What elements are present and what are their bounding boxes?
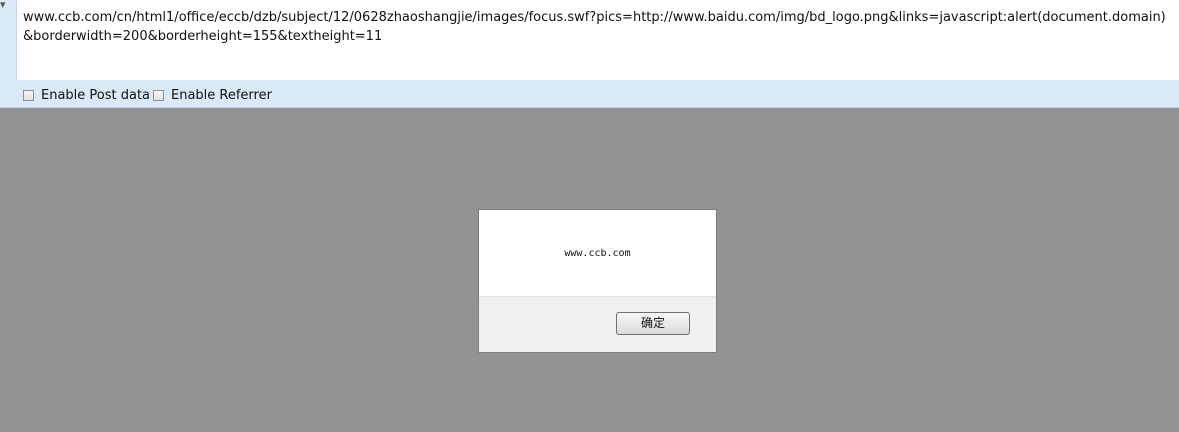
enable-referrer-label: Enable Referrer [171,88,272,103]
hackbar-left-strip: ▾ [0,0,16,80]
dropdown-arrow-icon[interactable]: ▾ [0,0,6,10]
url-textarea[interactable]: www.ccb.com/cn/html1/office/eccb/dzb/sub… [16,0,1179,80]
enable-referrer-checkbox[interactable] [153,90,164,101]
enable-post-data-option[interactable]: Enable Post data [23,88,150,103]
enable-post-data-label: Enable Post data [41,88,151,103]
enable-post-data-checkbox[interactable] [23,90,34,101]
alert-dialog: www.ccb.com 确定 [478,209,717,353]
ok-button[interactable]: 确定 [616,312,690,335]
hackbar-options-row: Enable Post data Enable Referrer [0,82,1179,108]
enable-referrer-option[interactable]: Enable Referrer [153,88,272,103]
alert-message: www.ccb.com [564,248,631,259]
alert-footer: 确定 [479,296,716,352]
hackbar-panel: ▾ www.ccb.com/cn/html1/office/eccb/dzb/s… [0,0,1179,108]
